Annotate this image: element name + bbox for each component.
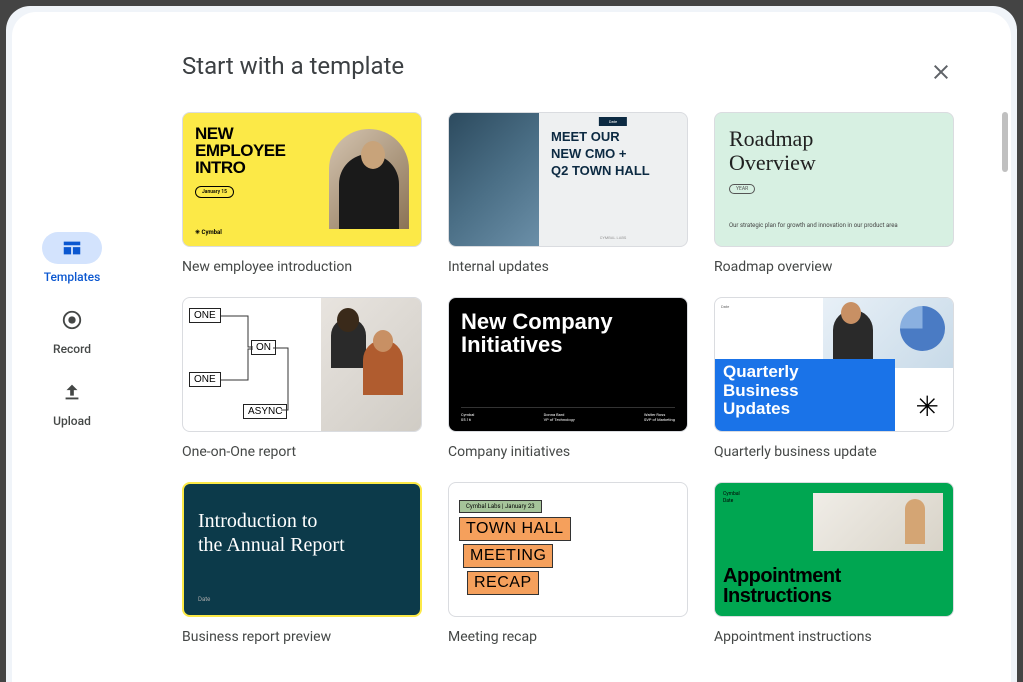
thumb-brand: Cymbal 05.16 [461,412,474,423]
thumb-text: TOWN HALL [459,517,571,541]
asterisk-icon: ✳ [916,390,939,423]
template-new-employee[interactable]: NEW EMPLOYEE INTRO January 15 ✳ Cymbal [182,112,422,275]
template-picker-modal: Templates Record Upload [12,12,1011,682]
page-title: Start with a template [182,52,961,80]
template-label: Appointment instructions [714,629,954,645]
thumb-text: NEW [195,125,329,142]
sidebar-item-record[interactable]: Record [42,304,102,356]
scrollbar[interactable] [1002,112,1008,172]
thumb-text: MEET OURNEW CMO +Q2 TOWN HALL [551,129,675,180]
template-label: Quarterly business update [714,444,954,460]
sidebar-item-templates[interactable]: Templates [42,232,102,284]
template-thumb: NEW EMPLOYEE INTRO January 15 ✳ Cymbal [182,112,422,247]
thumb-connector-lines [183,298,323,432]
template-business-report[interactable]: Introduction tothe Annual Report Date Bu… [182,482,422,645]
template-grid: NEW EMPLOYEE INTRO January 15 ✳ Cymbal [182,112,961,645]
thumb-meta: Donna Bard VP of Technology [544,412,575,423]
thumb-date: Date [721,304,729,309]
template-appointment[interactable]: Cymbal Date AppointmentInstructions Appo… [714,482,954,645]
template-thumb: Cymbal Date AppointmentInstructions [714,482,954,617]
thumb-date: Date [198,596,210,603]
template-quarterly-business[interactable]: Date QuarterlyBusinessUpdates ✳ Quarterl… [714,297,954,460]
thumb-text: RECAP [467,571,539,595]
close-icon [929,60,953,84]
sidebar-item-label: Upload [53,414,91,428]
templates-icon [61,237,83,259]
thumb-footer: CYMBAL LABS [600,235,626,240]
template-thumb: Date QuarterlyBusinessUpdates ✳ [714,297,954,432]
thumb-badge: Cymbal Labs | January 23 [459,500,542,513]
thumb-text: AppointmentInstructions [723,566,841,606]
template-thumb: New CompanyInitiatives Cymbal 05.16 Donn… [448,297,688,432]
thumb-subtitle: Our strategic plan for growth and innova… [729,222,939,230]
thumb-image [823,298,953,368]
template-label: New employee introduction [182,259,422,275]
template-roadmap[interactable]: RoadmapOverview YEAR Our strategic plan … [714,112,954,275]
template-label: One-on-One report [182,444,422,460]
sidebar-item-label: Templates [44,270,101,284]
sidebar: Templates Record Upload [12,12,132,682]
thumb-year: YEAR [729,184,755,194]
template-thumb: RoadmapOverview YEAR Our strategic plan … [714,112,954,247]
template-thumb: Date MEET OURNEW CMO +Q2 TOWN HALL CYMBA… [448,112,688,247]
template-thumb: Cymbal Labs | January 23 TOWN HALL MEETI… [448,482,688,617]
template-meeting-recap[interactable]: Cymbal Labs | January 23 TOWN HALL MEETI… [448,482,688,645]
template-thumb: Introduction tothe Annual Report Date [182,482,422,617]
thumb-image [321,298,421,431]
template-label: Company initiatives [448,444,688,460]
sidebar-item-label: Record [53,342,91,356]
thumb-image [813,493,943,551]
upload-icon [61,381,83,403]
thumb-text: RoadmapOverview [729,127,939,175]
record-icon [61,309,83,331]
thumb-brand: ✳ Cymbal [195,229,222,236]
close-button[interactable] [921,52,961,92]
template-thumb: ONE ON ONE ASYNC [182,297,422,432]
thumb-text: INTRO [195,159,329,176]
thumb-meta: Walter Ross SVP of Marketing [644,412,675,423]
thumb-image [329,129,409,229]
thumb-text: New CompanyInitiatives [461,310,675,356]
thumb-text: EMPLOYEE [195,142,329,159]
template-internal-updates[interactable]: Date MEET OURNEW CMO +Q2 TOWN HALL CYMBA… [448,112,688,275]
thumb-badge: Date [599,117,627,126]
template-label: Meeting recap [448,629,688,645]
thumb-text: QuarterlyBusinessUpdates [723,363,887,419]
main-content: Start with a template NEW EMPLOYEE INTRO [132,12,1011,682]
template-one-on-one[interactable]: ONE ON ONE ASYNC [182,297,422,460]
thumb-text: MEETING [463,544,553,568]
thumb-date: January 15 [195,186,234,198]
template-label: Roadmap overview [714,259,954,275]
thumb-image [449,113,539,246]
sidebar-item-upload[interactable]: Upload [42,376,102,428]
template-label: Business report preview [182,629,422,645]
template-label: Internal updates [448,259,688,275]
thumb-text: Introduction tothe Annual Report [198,509,406,557]
template-company-initiatives[interactable]: New CompanyInitiatives Cymbal 05.16 Donn… [448,297,688,460]
